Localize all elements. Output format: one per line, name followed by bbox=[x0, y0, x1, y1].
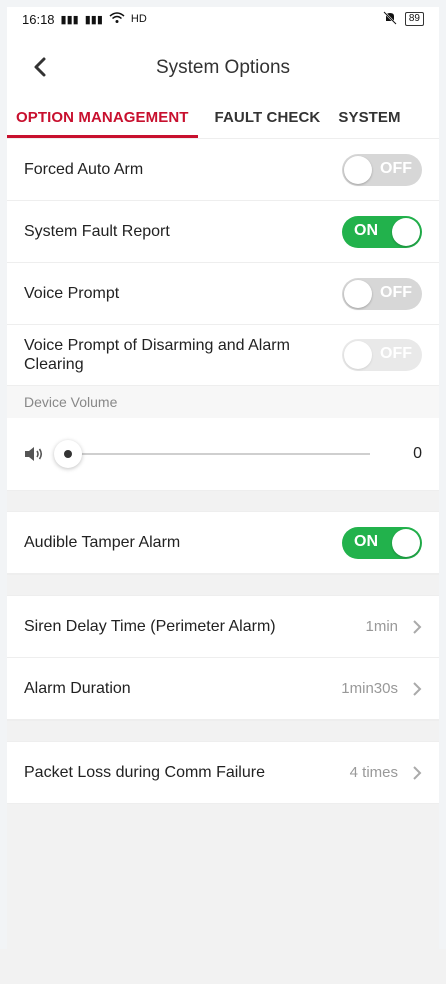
toggle-state: OFF bbox=[380, 283, 412, 301]
volume-value: 0 bbox=[413, 445, 422, 462]
signal-icon: ▮▮▮ bbox=[60, 13, 79, 26]
option-row-audible-tamper: Audible Tamper Alarm ON bbox=[0, 512, 446, 574]
section-divider bbox=[0, 490, 446, 512]
tab-bar: OPTION MANAGEMENT FAULT CHECK SYSTEM bbox=[0, 98, 446, 139]
alarm-duration-value: 1min30s bbox=[341, 680, 398, 697]
header: System Options bbox=[0, 38, 446, 98]
signal-icon-2: ▮▮▮ bbox=[84, 13, 103, 26]
row-right: 1min30s bbox=[341, 680, 422, 697]
system-fault-report-toggle[interactable]: ON bbox=[342, 215, 422, 248]
status-hd: HD bbox=[130, 13, 147, 25]
volume-slider-track bbox=[64, 453, 370, 455]
option-label: Voice Prompt bbox=[24, 284, 120, 302]
siren-delay-value: 1min bbox=[365, 618, 398, 635]
option-label: System Fault Report bbox=[24, 222, 170, 240]
option-label: Forced Auto Arm bbox=[24, 160, 144, 178]
tab-system[interactable]: SYSTEM bbox=[329, 109, 409, 138]
toggle-state: ON bbox=[354, 221, 378, 239]
option-label: Siren Delay Time (Perimeter Alarm) bbox=[24, 617, 276, 635]
status-left: 16:18 ▮▮▮ ▮▮▮ HD bbox=[22, 12, 147, 27]
voice-prompt-disarming-toggle[interactable]: OFF bbox=[342, 339, 422, 371]
section-divider bbox=[0, 720, 446, 742]
page-title: System Options bbox=[155, 57, 291, 78]
option-row-forced-auto-arm: Forced Auto Arm OFF bbox=[0, 139, 446, 201]
tab-fault-check[interactable]: FAULT CHECK bbox=[206, 109, 330, 138]
option-row-voice-prompt: Voice Prompt OFF bbox=[0, 263, 446, 325]
empty-area bbox=[0, 804, 446, 984]
battery-icon: 89 bbox=[404, 12, 424, 26]
toggle-state: OFF bbox=[380, 159, 412, 177]
chevron-right-icon bbox=[413, 619, 422, 634]
toggle-knob bbox=[392, 528, 420, 557]
system-options-screen: 16:18 ▮▮▮ ▮▮▮ HD 89 System Options OPTIO… bbox=[0, 0, 446, 984]
status-bar: 16:18 ▮▮▮ ▮▮▮ HD 89 bbox=[0, 0, 446, 38]
volume-slider[interactable] bbox=[54, 440, 370, 468]
audible-tamper-toggle[interactable]: ON bbox=[342, 526, 422, 559]
status-right: 89 bbox=[383, 10, 424, 28]
toggle-knob bbox=[392, 217, 420, 246]
toggle-state: OFF bbox=[380, 345, 412, 362]
toggle-knob bbox=[344, 341, 372, 369]
chevron-left-icon bbox=[34, 57, 46, 77]
option-label: Audible Tamper Alarm bbox=[24, 533, 181, 551]
speaker-icon bbox=[24, 445, 44, 463]
alarm-duration-row[interactable]: Alarm Duration 1min30s bbox=[0, 658, 446, 720]
toggle-knob bbox=[344, 155, 372, 184]
back-button[interactable] bbox=[30, 56, 52, 78]
toggle-knob bbox=[344, 279, 372, 308]
siren-delay-row[interactable]: Siren Delay Time (Perimeter Alarm) 1min bbox=[0, 596, 446, 658]
chevron-right-icon bbox=[413, 681, 422, 696]
section-divider bbox=[0, 574, 446, 596]
chevron-right-icon bbox=[413, 765, 422, 780]
status-time: 16:18 bbox=[22, 11, 55, 27]
row-right: 1min bbox=[365, 618, 422, 635]
option-label: Packet Loss during Comm Failure bbox=[24, 763, 265, 781]
voice-prompt-toggle[interactable]: OFF bbox=[342, 277, 422, 310]
option-row-system-fault-report: System Fault Report ON bbox=[0, 201, 446, 263]
volume-slider-thumb[interactable] bbox=[54, 440, 82, 468]
option-row-voice-prompt-disarming: Voice Prompt of Disarming and Alarm Clea… bbox=[0, 325, 446, 386]
device-volume-label: Device Volume bbox=[0, 386, 446, 418]
wifi-icon bbox=[109, 11, 125, 27]
packet-loss-value: 4 times bbox=[349, 764, 398, 781]
toggle-state: ON bbox=[354, 532, 378, 550]
mute-icon bbox=[383, 10, 397, 28]
option-label: Voice Prompt of Disarming and Alarm Clea… bbox=[24, 337, 290, 373]
option-label: Alarm Duration bbox=[24, 679, 131, 697]
row-right: 4 times bbox=[350, 764, 422, 781]
forced-auto-arm-toggle[interactable]: OFF bbox=[342, 153, 422, 186]
packet-loss-row[interactable]: Packet Loss during Comm Failure 4 times bbox=[0, 742, 446, 804]
tab-option-management[interactable]: OPTION MANAGEMENT bbox=[7, 109, 198, 138]
device-volume-row: 0 bbox=[0, 418, 446, 490]
